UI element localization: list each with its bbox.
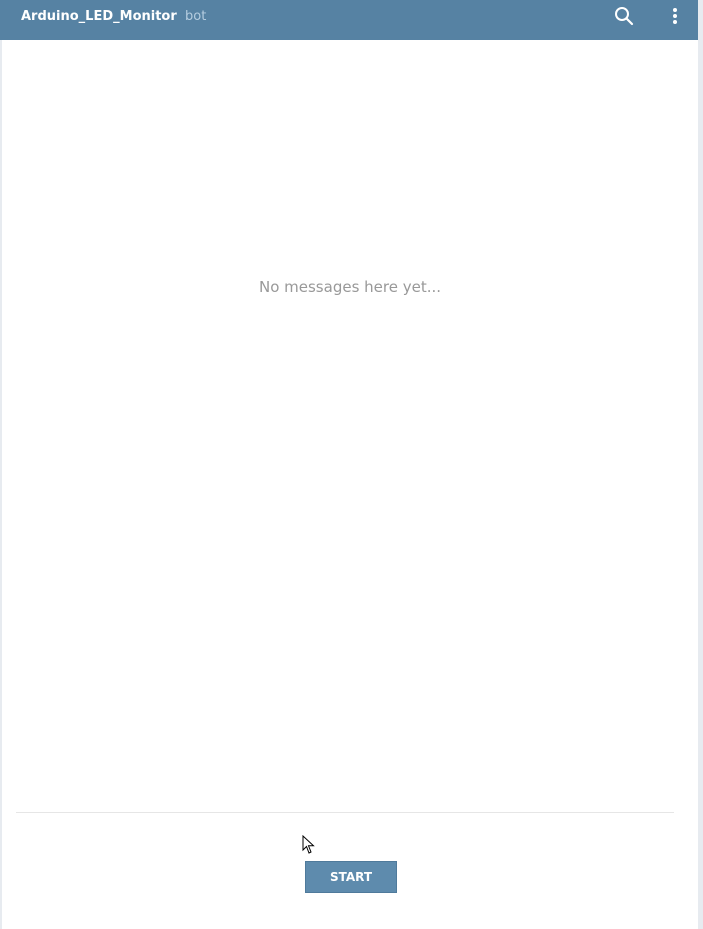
composer-divider [16, 812, 674, 813]
start-button[interactable]: START [305, 861, 397, 893]
chat-subtitle: bot [185, 9, 207, 24]
telegram-chat-window: Arduino_LED_Monitor bot No messages here… [0, 0, 703, 929]
more-vertical-icon [673, 8, 677, 24]
chat-panel [2, 0, 698, 929]
chat-title[interactable]: Arduino_LED_Monitor [21, 8, 177, 25]
more-options-button[interactable] [665, 4, 685, 28]
mouse-pointer-icon [302, 835, 315, 854]
empty-messages-placeholder: No messages here yet... [258, 278, 442, 296]
search-icon [615, 7, 634, 26]
search-button[interactable] [612, 4, 636, 28]
chat-header: Arduino_LED_Monitor bot [0, 0, 698, 40]
